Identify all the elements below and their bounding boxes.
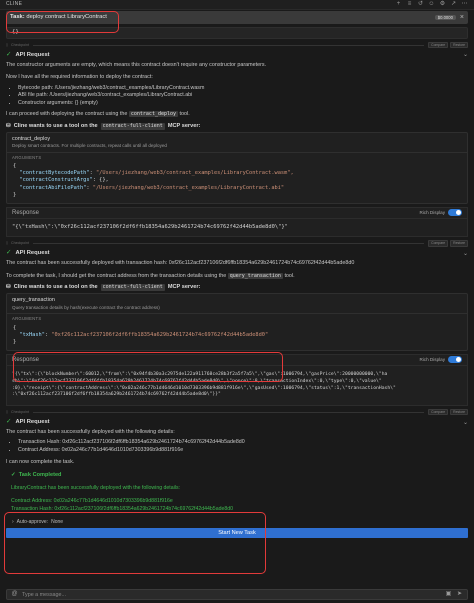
checkpoint-row: ▯ Checkpoint Compare Restore xyxy=(6,408,468,416)
tool-card: contract_deploy Deploy smart contracts. … xyxy=(6,132,468,204)
list-item: Contract Address: 0x02a246c77b1d4646d101… xyxy=(18,447,468,454)
check-icon: ✓ xyxy=(6,418,12,426)
app-title: CLINE xyxy=(6,1,23,8)
rich-display-toggle[interactable] xyxy=(448,356,462,364)
arguments-label: ARGUMENTS xyxy=(7,312,467,323)
detail-list: Bytecode path: /Users/jiezhang/web3/cont… xyxy=(18,85,468,108)
highlight-task xyxy=(6,11,119,33)
bookmark-icon: ▯ xyxy=(6,240,8,245)
arguments-code: { "txHash": "0xf26c112acf237106f2df6ffb1… xyxy=(13,324,269,345)
restore-button[interactable]: Restore xyxy=(450,408,468,416)
history-icon[interactable]: ↺ xyxy=(417,1,424,8)
message-text: To complete the task, I should get the c… xyxy=(6,272,295,279)
account-icon[interactable]: ☺ xyxy=(428,1,435,8)
tool-description: Query transaction details by hash(execut… xyxy=(12,304,160,310)
list-item: ABI file path: /Users/jiezhang/web3/cont… xyxy=(18,92,468,99)
highlight-completed xyxy=(4,512,266,574)
plus-icon[interactable]: + xyxy=(395,1,402,8)
mcp-tool-request-header: ⛁ Cline wants to use a tool on the contr… xyxy=(6,122,201,130)
checkpoint-row: ▯ Checkpoint Compare Restore xyxy=(6,239,468,247)
check-icon: ✓ xyxy=(6,51,12,59)
restore-button[interactable]: Restore xyxy=(450,41,468,49)
tool-description: Deploy smart contracts. For multiple con… xyxy=(12,143,167,149)
completed-title: Task Completed xyxy=(18,471,62,478)
arguments-code: { "contractBytecodePath": "/Users/jiezha… xyxy=(13,163,294,198)
server-icon[interactable]: ≡ xyxy=(406,1,413,8)
server-icon: ⛁ xyxy=(6,122,11,129)
completed-text: LibraryContract has been successfully de… xyxy=(11,485,180,492)
send-icon[interactable]: ➤ xyxy=(456,591,463,598)
response-header: Response Rich Display xyxy=(6,206,468,218)
server-icon: ⛁ xyxy=(6,283,11,290)
compare-button[interactable]: Compare xyxy=(428,41,449,49)
top-toolbar: + ≡ ↺ ☺ ⚙ ↗ ⋯ xyxy=(395,1,468,8)
list-item: Constructor arguments: {} (empty) xyxy=(18,100,468,107)
chevron-down-icon[interactable]: ⌄ xyxy=(463,250,468,258)
restore-button[interactable]: Restore xyxy=(450,239,468,247)
more-icon[interactable]: ⋯ xyxy=(461,1,468,8)
chevron-down-icon[interactable]: ⌄ xyxy=(463,51,468,59)
bookmark-icon: ▯ xyxy=(6,409,8,414)
image-icon[interactable]: ▣ xyxy=(445,591,452,598)
rich-display-toggle[interactable] xyxy=(448,209,462,217)
tool-card: query_transaction Query transaction deta… xyxy=(6,293,468,351)
list-item: Transaction Hash: 0xf26c112acf237106f2df… xyxy=(18,439,468,446)
checkpoint-row: ▯ Checkpoint Compare Restore xyxy=(6,41,468,49)
highlight-txhash xyxy=(13,352,283,382)
api-request-header[interactable]: ✓ API Request ⌄ xyxy=(6,418,468,427)
api-request-header[interactable]: ✓ API Request ⌄ xyxy=(6,249,468,258)
arguments-label: ARGUMENTS xyxy=(7,151,467,162)
tool-name: contract_deploy xyxy=(12,136,51,143)
check-icon: ✓ xyxy=(6,249,12,257)
task-completed-panel: ✓ Task Completed LibraryContract has been… xyxy=(6,469,468,517)
cost-badge: $0.0000 xyxy=(434,14,456,21)
compare-button[interactable]: Compare xyxy=(428,239,449,247)
contract-address: Contract Address: 0x02a246c77b1d4646d101… xyxy=(11,498,173,505)
response-body: "{\"txHash\":\"0xf26c112acf237106f2df6ff… xyxy=(6,217,468,238)
message-text: I can now complete the task. xyxy=(6,459,75,466)
detail-list: Transaction Hash: 0xf26c112acf237106f2df… xyxy=(18,439,468,454)
message-text: The contract has been successfully deplo… xyxy=(6,260,355,267)
gear-icon[interactable]: ⚙ xyxy=(439,1,446,8)
message-text: The constructor arguments are empty, whi… xyxy=(6,62,267,68)
at-icon[interactable]: @ xyxy=(11,591,18,598)
check-icon: ✓ xyxy=(11,471,16,478)
message-text: Now I have all the required information … xyxy=(6,74,153,81)
compare-button[interactable]: Compare xyxy=(428,408,449,416)
mcp-tool-request-header: ⛁ Cline wants to use a tool on the contr… xyxy=(6,283,201,291)
external-link-icon[interactable]: ↗ xyxy=(450,1,457,8)
close-icon[interactable]: × xyxy=(460,13,464,22)
title-bar: CLINE + ≡ ↺ ☺ ⚙ ↗ ⋯ xyxy=(0,0,474,10)
chevron-down-icon[interactable]: ⌄ xyxy=(463,419,468,427)
message-text: The contract has been successfully deplo… xyxy=(6,429,175,436)
message-input-row: @ ▣ ➤ xyxy=(6,589,468,600)
bookmark-icon: ▯ xyxy=(6,42,8,47)
tool-name: query_transaction xyxy=(12,297,55,304)
message-input[interactable] xyxy=(22,591,441,598)
message-text: I can proceed with deploying the contrac… xyxy=(6,111,190,118)
list-item: Bytecode path: /Users/jiezhang/web3/cont… xyxy=(18,85,468,92)
api-request-header[interactable]: ✓ API Request ⌄ xyxy=(6,51,468,60)
